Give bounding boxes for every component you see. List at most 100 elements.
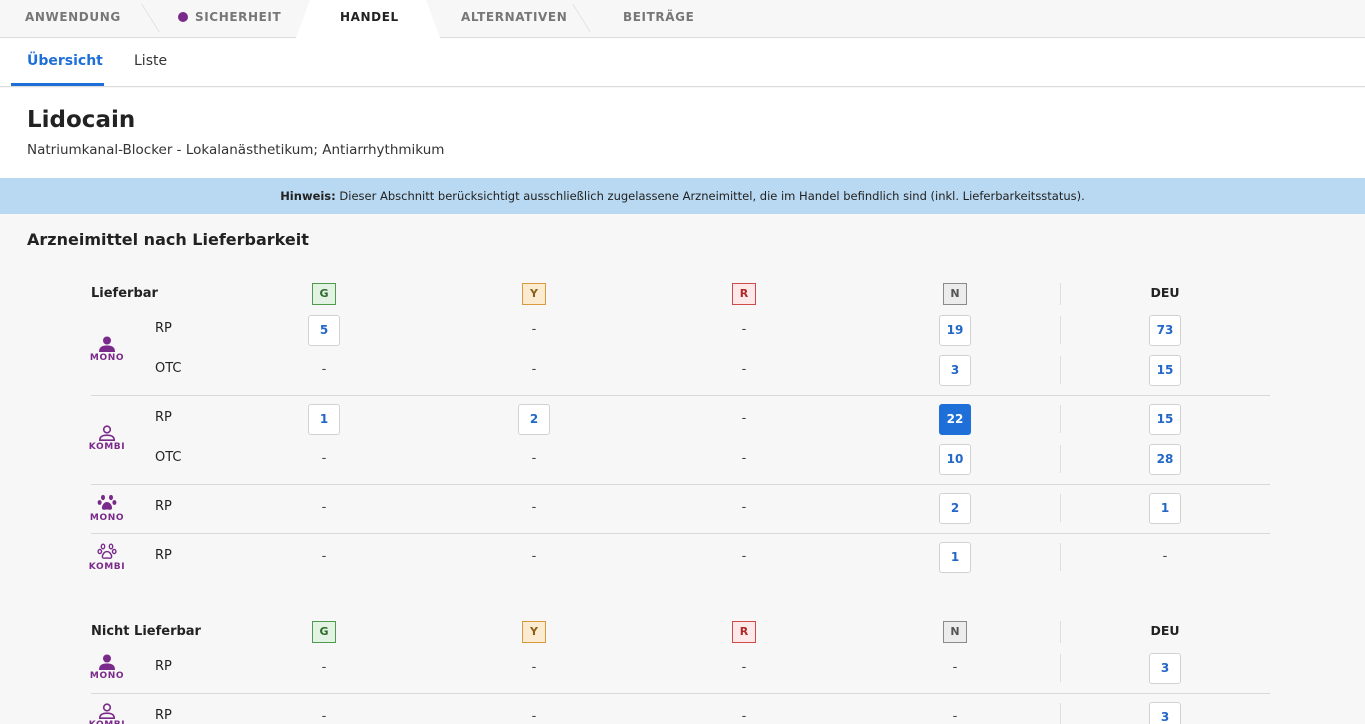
empty-cell: -: [741, 500, 747, 515]
product-kind-label: MONO: [89, 671, 125, 681]
tab-alternativen[interactable]: ALTERNATIVEN: [461, 0, 567, 37]
tab-anwendung[interactable]: ANWENDUNG: [25, 0, 121, 37]
empty-cell: -: [531, 322, 537, 337]
subtab-uebersicht[interactable]: Übersicht: [27, 38, 103, 86]
status-header-r: R: [732, 283, 756, 305]
empty-cell: -: [321, 362, 327, 377]
count-button-n[interactable]: 10: [939, 444, 971, 475]
status-header-g: G: [312, 283, 336, 305]
column-divider: [1060, 405, 1061, 433]
active-subtab-indicator: [11, 83, 104, 86]
product-kind-label: KOMBI: [88, 562, 126, 572]
column-divider: [1060, 445, 1061, 473]
row-divider: [91, 484, 1270, 485]
person-icon: [85, 654, 129, 670]
row-type-label: RP: [155, 499, 172, 514]
row-type-label: RP: [155, 708, 172, 723]
count-button-g[interactable]: 1: [308, 404, 340, 435]
count-button-deu[interactable]: 28: [1149, 444, 1181, 475]
row-type-label: OTC: [155, 450, 182, 465]
page-subtitle: Natriumkanal-Blocker - Lokalanästhetikum…: [27, 142, 445, 158]
empty-cell: -: [531, 500, 537, 515]
count-button-n[interactable]: 2: [939, 493, 971, 524]
count-button-n[interactable]: 3: [939, 355, 971, 386]
status-header-y: Y: [522, 621, 546, 643]
column-divider: [1060, 543, 1061, 571]
empty-cell: -: [741, 451, 747, 466]
total-column-header: DEU: [1150, 623, 1180, 638]
status-dot-icon: [178, 12, 188, 22]
empty-cell: -: [741, 549, 747, 564]
row-type-label: OTC: [155, 361, 182, 376]
empty-cell: -: [741, 322, 747, 337]
count-button-deu[interactable]: 3: [1149, 653, 1181, 684]
status-header-r: R: [732, 621, 756, 643]
top-tab-bar: ANWENDUNG SICHERHEIT HANDEL ALTERNATIVEN…: [0, 0, 1365, 38]
status-header-y: Y: [522, 283, 546, 305]
row-type-label: RP: [155, 659, 172, 674]
paw-icon: [85, 494, 129, 512]
count-button-n[interactable]: 22: [939, 404, 971, 435]
column-divider: [1060, 654, 1061, 682]
row-type-label: RP: [155, 321, 172, 336]
tab-beitraege[interactable]: BEITRÄGE: [623, 0, 694, 37]
empty-cell: -: [531, 549, 537, 564]
row-divider: [91, 533, 1270, 534]
empty-cell: -: [531, 362, 537, 377]
empty-cell: -: [321, 500, 327, 515]
count-button-g[interactable]: 5: [308, 315, 340, 346]
empty-cell: -: [741, 709, 747, 724]
sub-tab-bar: Übersicht Liste: [0, 38, 1365, 87]
status-header-n: N: [943, 283, 967, 305]
empty-cell: -: [1162, 549, 1168, 564]
notice-label: Hinweis:: [280, 189, 336, 203]
section-title: Arzneimittel nach Lieferbarkeit: [27, 230, 309, 249]
column-divider: [1060, 494, 1061, 522]
status-header-n: N: [943, 621, 967, 643]
subtab-liste[interactable]: Liste: [134, 38, 167, 86]
empty-cell: -: [321, 549, 327, 564]
count-button-deu[interactable]: 15: [1149, 355, 1181, 386]
empty-cell: -: [531, 709, 537, 724]
tab-sicherheit-label: SICHERHEIT: [195, 10, 282, 24]
tab-sicherheit[interactable]: SICHERHEIT: [178, 0, 281, 37]
notice-text: Dieser Abschnitt berücksichtigt ausschli…: [335, 189, 1085, 203]
product-kind-label: KOMBI: [88, 442, 126, 452]
empty-cell: -: [531, 451, 537, 466]
count-button-n[interactable]: 19: [939, 315, 971, 346]
product-kind-label: MONO: [89, 513, 125, 523]
person-outline-indicator: KOMBI: [85, 703, 129, 724]
total-column-header: DEU: [1150, 285, 1180, 300]
person-indicator: MONO: [85, 336, 129, 363]
info-notice: Hinweis: Dieser Abschnitt berücksichtigt…: [0, 178, 1365, 214]
empty-cell: -: [952, 660, 958, 675]
count-button-deu[interactable]: 15: [1149, 404, 1181, 435]
paw-indicator: MONO: [85, 494, 129, 523]
status-header-g: G: [312, 621, 336, 643]
person-outline-icon: [85, 425, 129, 441]
row-divider: [91, 395, 1270, 396]
empty-cell: -: [321, 451, 327, 466]
column-divider: [1060, 283, 1061, 305]
row-type-label: RP: [155, 410, 172, 425]
tab-handel[interactable]: HANDEL: [340, 0, 399, 37]
group-label: Lieferbar: [91, 286, 158, 301]
count-button-deu[interactable]: 1: [1149, 493, 1181, 524]
person-icon: [85, 336, 129, 352]
paw-outline-icon: [85, 543, 129, 561]
empty-cell: -: [321, 709, 327, 724]
count-button-deu[interactable]: 3: [1149, 702, 1181, 724]
column-divider: [1060, 356, 1061, 384]
column-divider: [1060, 316, 1061, 344]
paw-outline-indicator: KOMBI: [85, 543, 129, 572]
column-divider: [1060, 703, 1061, 724]
count-button-deu[interactable]: 73: [1149, 315, 1181, 346]
count-button-n[interactable]: 1: [939, 542, 971, 573]
empty-cell: -: [741, 362, 747, 377]
count-button-y[interactable]: 2: [518, 404, 550, 435]
product-kind-label: KOMBI: [85, 720, 129, 724]
row-divider: [91, 693, 1270, 694]
tab-separator: [141, 4, 160, 32]
product-kind-label: MONO: [89, 353, 125, 363]
drug-header: Lidocain Natriumkanal-Blocker - Lokalanä…: [0, 88, 1365, 178]
